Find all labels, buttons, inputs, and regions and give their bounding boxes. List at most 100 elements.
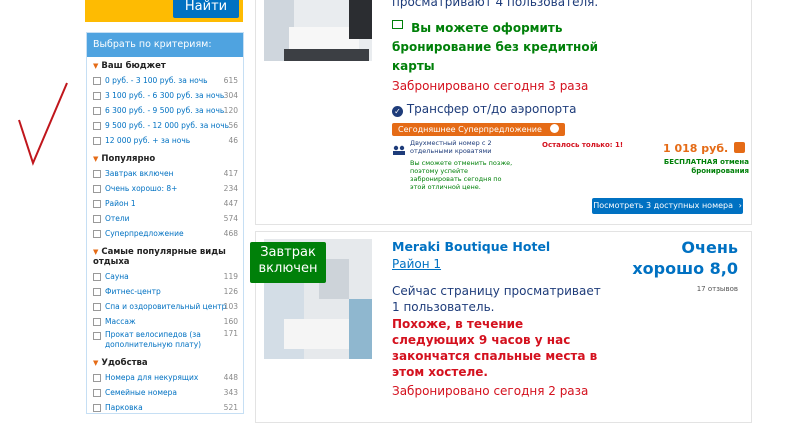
price: 1 018 руб. <box>663 142 729 155</box>
filter-option[interactable]: Фитнес-центр 126 <box>87 284 243 299</box>
search-button[interactable]: Найти <box>173 0 239 18</box>
price-info-icon <box>734 142 746 153</box>
filter-group-title[interactable]: ▼ Популярно <box>87 152 243 166</box>
deal-clock-icon <box>550 124 560 133</box>
filter-option[interactable]: Суперпредложение 468 <box>87 226 243 241</box>
filter-option[interactable]: Номера для некурящих 448 <box>87 370 243 385</box>
free-cancel: БЕСПЛАТНАЯ отмена бронирования <box>663 158 749 175</box>
filter-option-count: 119 <box>223 272 238 281</box>
filter-panel: Выбрать по критериям: ▼ Ваш бюджет 0 руб. … <box>86 32 244 414</box>
filter-option[interactable]: Сауна 119 <box>87 269 243 284</box>
no-card-block: Вы можете оформить бронирование без кред… <box>392 17 607 74</box>
filter-option-label: Номера для некурящих <box>105 373 199 382</box>
no-card-text: Вы можете оформить бронирование без кред… <box>392 21 598 73</box>
checkbox[interactable] <box>93 215 101 223</box>
filter-option[interactable]: Спа и оздоровительный центр 103 <box>87 299 243 314</box>
booked-today: Забронировано сегодня 3 раза <box>392 79 589 93</box>
filter-option[interactable]: Район 1 447 <box>87 196 243 211</box>
checkbox[interactable] <box>93 92 101 100</box>
filter-group-label: Самые популярные виды отдыха <box>93 247 226 267</box>
checkbox[interactable] <box>93 185 101 193</box>
checkbox[interactable] <box>93 318 101 326</box>
filter-group-title[interactable]: ▼ Самые популярные виды отдыха <box>87 245 243 269</box>
district-link[interactable]: Район 1 <box>392 257 441 271</box>
checkbox[interactable] <box>93 273 101 281</box>
filter-option-label: 9 500 руб. - 12 000 руб. за ночь <box>105 121 230 130</box>
filter-option[interactable]: 6 300 руб. - 9 500 руб. за ночь 120 <box>87 103 243 118</box>
filter-option[interactable]: 12 000 руб. + за ночь 46 <box>87 133 243 148</box>
checkbox[interactable] <box>93 389 101 397</box>
filter-option[interactable]: Семейные номера 343 <box>87 385 243 400</box>
checkbox[interactable] <box>93 303 101 311</box>
checkbox[interactable] <box>93 374 101 382</box>
price-row: 1 018 руб. <box>663 142 746 155</box>
filter-group-title[interactable]: ▼ Ваш бюджет <box>87 59 243 73</box>
filter-option[interactable]: Очень хорошо: 8+ 234 <box>87 181 243 196</box>
filter-option[interactable]: Завтрак включен 417 <box>87 166 243 181</box>
viewing-text-2: Сейчас страницу просматривает 1 пользова… <box>392 284 601 314</box>
filter-option-label: 6 300 руб. - 9 500 руб. за ночь <box>105 106 225 115</box>
filter-option-label: Суперпредложение <box>105 229 184 238</box>
checkbox[interactable] <box>93 288 101 296</box>
filter-option-count: 120 <box>223 106 238 115</box>
cancel-note: Вы сможете отменить позже, поэтому успей… <box>410 159 513 191</box>
filter-option-count: 56 <box>228 121 238 130</box>
checkbox[interactable] <box>93 332 101 340</box>
filter-option[interactable]: Массаж 160 <box>87 314 243 329</box>
filter-option-label: Прокат велосипедов (за дополнительную пл… <box>105 330 202 349</box>
filter-option-count: 574 <box>223 214 238 223</box>
filter-option-count: 521 <box>223 403 238 412</box>
caret-down-icon: ▼ <box>93 248 99 256</box>
checkbox[interactable] <box>93 404 101 412</box>
filter-option-count: 343 <box>223 388 238 397</box>
only-left: Осталось только: 1! <box>542 141 624 149</box>
checkbox[interactable] <box>93 122 101 130</box>
viewing-text: просматривают 4 пользователя. <box>392 0 599 9</box>
hotel-name[interactable]: Meraki Boutique Hotel <box>392 239 550 254</box>
checkbox[interactable] <box>93 107 101 115</box>
checkbox[interactable] <box>93 77 101 85</box>
filter-option[interactable]: Парковка 521 <box>87 400 243 413</box>
filter-option-label: 0 руб. - 3 100 руб. за ночь <box>105 76 208 85</box>
checkbox[interactable] <box>93 137 101 145</box>
checkbox[interactable] <box>93 200 101 208</box>
filter-option-count: 615 <box>223 76 238 85</box>
filter-option[interactable]: Прокат велосипедов (за дополнительную пл… <box>87 329 243 352</box>
filter-option-label: Семейные номера <box>105 388 177 397</box>
filter-groups: ▼ Ваш бюджет 0 руб. - 3 100 руб. за ночь 61… <box>87 57 243 413</box>
checkbox[interactable] <box>93 170 101 178</box>
filter-option-label: Спа и оздоровительный центр <box>105 302 227 311</box>
filter-option-label: Сауна <box>105 272 129 281</box>
filter-option-count: 417 <box>223 169 238 178</box>
filter-option-label: Завтрак включен <box>105 169 174 178</box>
checkbox[interactable] <box>93 230 101 238</box>
credit-card-icon <box>392 20 403 29</box>
filter-option-count: 171 <box>223 329 238 338</box>
caret-down-icon: ▼ <box>93 155 99 163</box>
search-box: Найти <box>85 0 243 22</box>
filter-option-label: Парковка <box>105 403 143 412</box>
room-photo[interactable] <box>264 0 372 61</box>
filter-option-label: 12 000 руб. + за ночь <box>105 136 191 145</box>
filter-option[interactable]: Отели 574 <box>87 211 243 226</box>
filter-group-title[interactable]: ▼ Удобства <box>87 356 243 370</box>
filter-option[interactable]: 9 500 руб. - 12 000 руб. за ночь 56 <box>87 118 243 133</box>
filter-option[interactable]: 0 руб. - 3 100 руб. за ночь 615 <box>87 73 243 88</box>
filter-option-count: 448 <box>223 373 238 382</box>
reviews-count[interactable]: 17 отзывов <box>676 285 738 293</box>
deal-badge: Сегодняшнее Суперпредложение <box>392 123 566 136</box>
caret-down-icon: ▼ <box>93 62 99 70</box>
filter-option-label: Очень хорошо: 8+ <box>105 184 178 193</box>
room-type[interactable]: Двухместный номер с 2 отдельными кроватя… <box>410 139 520 155</box>
listing-card-2: Завтрак включен Meraki Boutique Hotel Ра… <box>250 231 752 423</box>
filter-group-label: Ваш бюджет <box>101 61 166 71</box>
checkmark-circle-icon: ✓ <box>392 106 403 117</box>
filter-option[interactable]: 3 100 руб. - 6 300 руб. за ночь 304 <box>87 88 243 103</box>
booked-today-2: Забронировано сегодня 2 раза <box>392 384 589 398</box>
filter-option-count: 46 <box>228 136 238 145</box>
check-doodle-icon <box>18 82 68 166</box>
chevron-right-icon: › <box>738 201 742 210</box>
view-rooms-button[interactable]: Посмотреть 3 доступных номера › <box>592 198 743 214</box>
filter-option-count: 103 <box>223 302 238 311</box>
filter-option-count: 468 <box>223 229 238 238</box>
